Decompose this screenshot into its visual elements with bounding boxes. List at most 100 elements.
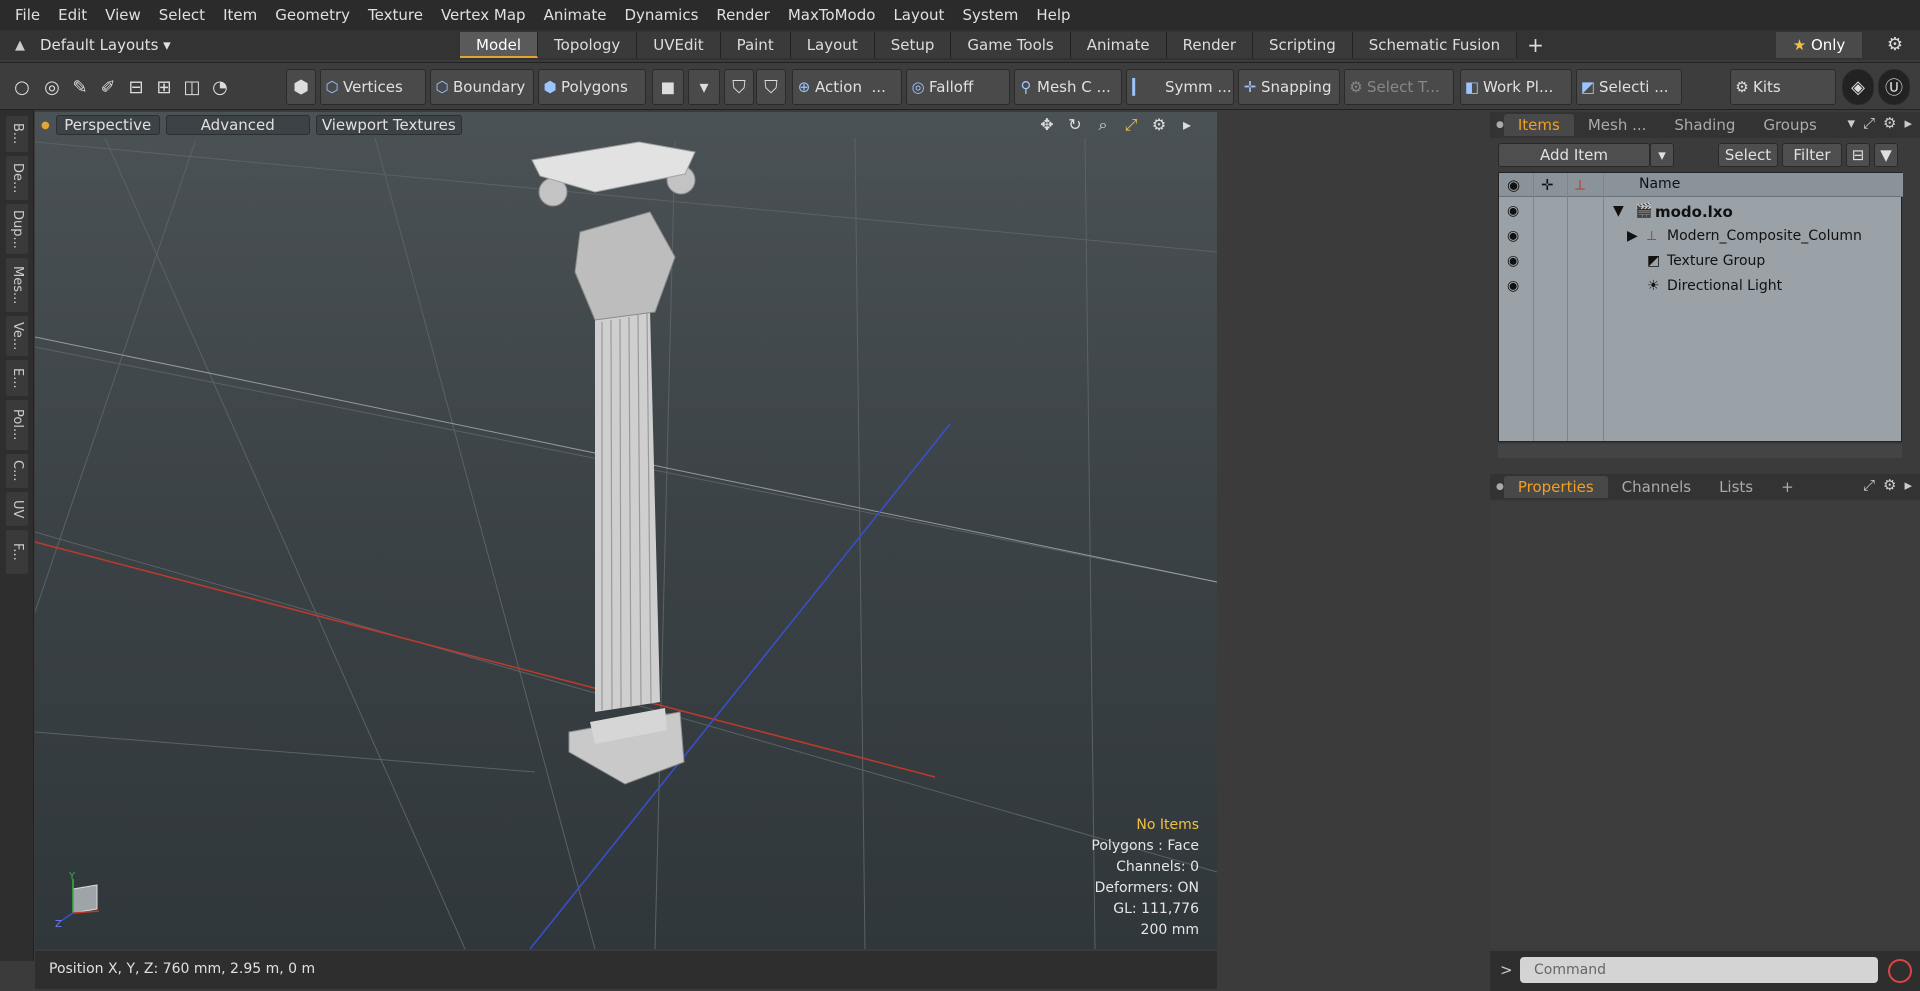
tab-groups[interactable]: Groups <box>1749 114 1830 136</box>
expand-properties-icon[interactable]: ⤢ <box>1863 476 1875 494</box>
default-layouts-dropdown[interactable]: Default Layouts ▾ <box>40 36 180 54</box>
collapse-triangle-icon[interactable]: ▶ <box>1627 228 1638 244</box>
slice-icon[interactable]: ◔ <box>206 69 234 105</box>
tab-game-tools[interactable]: Game Tools <box>951 32 1071 58</box>
menu-edit[interactable]: Edit <box>49 0 96 30</box>
left-tab-fusion[interactable]: F... <box>6 530 28 574</box>
menu-animate[interactable]: Animate <box>535 0 616 30</box>
maximize-view-icon[interactable]: ⤢ <box>1121 115 1141 135</box>
unreal-icon[interactable]: Ⓤ <box>1878 69 1910 105</box>
globe-icon[interactable]: ◎ <box>38 69 66 105</box>
add-properties-tab-icon[interactable]: + <box>1767 476 1808 498</box>
3d-viewport[interactable]: ● Perspective Advanced Viewport Textures… <box>35 112 1217 949</box>
tab-layout[interactable]: Layout <box>790 32 875 58</box>
perspective-button[interactable]: Perspective <box>55 115 160 135</box>
eye-icon[interactable]: ◉ <box>1507 278 1519 294</box>
mesh-constraint-button[interactable]: ⚲ Mesh C ... <box>1014 69 1122 105</box>
menu-dynamics[interactable]: Dynamics <box>615 0 707 30</box>
menu-file[interactable]: File <box>6 0 49 30</box>
item-row-light[interactable]: ◉ ☀ Directional Light <box>1499 274 1903 299</box>
item-row-texture-group[interactable]: ◉ ◩ Texture Group <box>1499 249 1903 274</box>
tab-channels[interactable]: Channels <box>1608 476 1705 498</box>
tab-scripting[interactable]: Scripting <box>1253 32 1353 58</box>
eye-icon[interactable]: ◉ <box>1507 203 1519 219</box>
menu-vertex-map[interactable]: Vertex Map <box>432 0 535 30</box>
command-input[interactable]: Command <box>1520 957 1878 983</box>
column-model[interactable] <box>531 141 696 785</box>
viewport-gear-icon[interactable]: ⚙ <box>1149 115 1169 135</box>
left-tab-vertex[interactable]: Ve... <box>6 316 28 356</box>
symmetry-button[interactable]: ▎ Symm ... <box>1126 69 1234 105</box>
add-tab-plus-icon[interactable]: + <box>1517 32 1554 58</box>
grid-icon[interactable]: ⊞ <box>150 69 178 105</box>
items-scrollbar[interactable] <box>1498 444 1902 458</box>
rotate-view-icon[interactable]: ↻ <box>1065 115 1085 135</box>
add-item-button[interactable]: Add Item <box>1498 143 1650 167</box>
action-button[interactable]: ⊕ Action ... <box>792 69 902 105</box>
select-through-button[interactable]: ⚙ Select T... <box>1344 69 1454 105</box>
material-cube-icon[interactable]: ◼ <box>652 69 684 105</box>
expand-panel-icon[interactable]: ⤢ <box>1863 114 1875 132</box>
properties-gear-icon[interactable]: ⚙ <box>1883 476 1896 494</box>
item-row-scene[interactable]: ◉ ▼ 🎬 modo.lxo <box>1499 199 1903 224</box>
move-view-icon[interactable]: ✥ <box>1037 115 1057 135</box>
tab-setup[interactable]: Setup <box>874 32 952 58</box>
tab-uvedit[interactable]: UVEdit <box>637 32 721 58</box>
item-mode-icon[interactable]: ⬢ <box>286 69 316 105</box>
tab-topology[interactable]: Topology <box>538 32 638 58</box>
left-tab-duplicate[interactable]: Dup... <box>6 204 28 254</box>
filter-button[interactable]: Filter <box>1782 143 1842 167</box>
funnel-filter-icon[interactable]: ▼ <box>1874 143 1898 167</box>
mode-dropdown-icon[interactable]: ▾ <box>688 69 720 105</box>
left-tab-basic[interactable]: B... <box>6 116 28 152</box>
left-tab-edge[interactable]: E... <box>6 360 28 396</box>
viewport-arrow-icon[interactable]: ▸ <box>1177 115 1197 135</box>
select-button[interactable]: Select <box>1718 143 1778 167</box>
left-tab-deform[interactable]: De... <box>6 156 28 200</box>
menu-system[interactable]: System <box>953 0 1027 30</box>
tab-mesh[interactable]: Mesh ... <box>1574 114 1661 136</box>
only-button[interactable]: ★ Only <box>1776 32 1862 58</box>
menu-help[interactable]: Help <box>1027 0 1079 30</box>
menu-texture[interactable]: Texture <box>359 0 432 30</box>
items-gear-icon[interactable]: ⚙ <box>1883 114 1896 132</box>
work-plane-button[interactable]: ◧ Work Pl... <box>1460 69 1572 105</box>
menu-render[interactable]: Render <box>707 0 778 30</box>
left-tab-curve[interactable]: C... <box>6 454 28 488</box>
pen-icon[interactable]: ✎ <box>66 69 94 105</box>
tab-paint[interactable]: Paint <box>720 32 791 58</box>
falloff-button[interactable]: ◎ Falloff <box>906 69 1010 105</box>
action-center-shield-icon[interactable]: ⛉ <box>756 69 786 105</box>
tab-shading[interactable]: Shading <box>1660 114 1749 136</box>
collapse-list-icon[interactable]: ⊟ <box>1846 143 1870 167</box>
unity-icon[interactable]: ◈ <box>1842 69 1874 105</box>
brush-icon[interactable]: ✐ <box>94 69 122 105</box>
symmetry-shield-icon[interactable]: ⛉ <box>724 69 754 105</box>
zoom-view-icon[interactable]: ⌕ <box>1093 115 1113 135</box>
menu-layout[interactable]: Layout <box>884 0 953 30</box>
polygons-button[interactable]: ⬢ Polygons <box>538 69 646 105</box>
eye-icon[interactable]: ◉ <box>1507 253 1519 269</box>
menu-select[interactable]: Select <box>150 0 214 30</box>
vertices-button[interactable]: ⬡ Vertices <box>320 69 426 105</box>
record-macro-icon[interactable] <box>1888 959 1912 983</box>
menu-maxtomodo[interactable]: MaxToModo <box>779 0 885 30</box>
item-row-mesh[interactable]: ◉ ▶ ⟂ Modern_Composite_Column <box>1499 224 1903 249</box>
left-tab-mesh-edit[interactable]: Mes... <box>6 258 28 312</box>
boundary-button[interactable]: ⬡ Boundary <box>430 69 534 105</box>
tab-properties[interactable]: Properties <box>1503 476 1608 498</box>
left-tab-uv[interactable]: UV <box>6 492 28 526</box>
add-item-dropdown-icon[interactable]: ▾ <box>1650 143 1674 167</box>
selection-sets-button[interactable]: ◩ Selecti ... <box>1576 69 1682 105</box>
collapse-arrow-icon[interactable]: ▲ <box>0 38 40 53</box>
tab-animate[interactable]: Animate <box>1070 32 1167 58</box>
loop-icon[interactable]: ◫ <box>178 69 206 105</box>
eye-icon[interactable]: ◉ <box>1507 228 1519 244</box>
snapping-button[interactable]: ✛ Snapping <box>1238 69 1340 105</box>
left-tab-polygon[interactable]: Pol... <box>6 400 28 450</box>
tabs-dropdown-icon[interactable]: ▾ <box>1847 114 1855 132</box>
tab-items[interactable]: Items <box>1503 114 1574 136</box>
kits-button[interactable]: ⚙ Kits <box>1730 69 1836 105</box>
circle-select-icon[interactable]: ○ <box>8 69 36 105</box>
bridge-icon[interactable]: ⊟ <box>122 69 150 105</box>
